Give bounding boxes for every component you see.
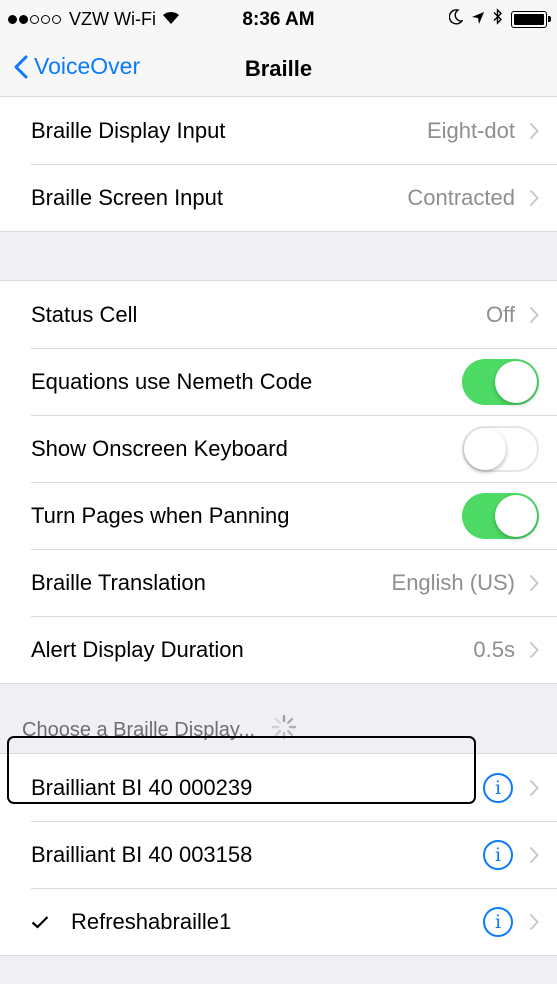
chevron-right-icon (529, 779, 539, 797)
display-name: Brailliant BI 40 003158 (31, 841, 253, 867)
status-right (448, 8, 551, 31)
row-value: Eight-dot (426, 117, 515, 143)
turn-pages-toggle[interactable] (462, 492, 539, 539)
chevron-right-icon (529, 574, 539, 592)
battery-icon (511, 11, 551, 28)
bluetooth-icon (493, 8, 503, 31)
chevron-right-icon (529, 189, 539, 207)
nemeth-code-row: Equations use Nemeth Code (0, 348, 557, 415)
status-bar: VZW Wi-Fi 8:36 AM (0, 0, 557, 40)
row-label: Braille Screen Input (31, 184, 223, 210)
info-icon[interactable]: i (483, 772, 513, 803)
onscreen-keyboard-row: Show Onscreen Keyboard (0, 415, 557, 482)
row-label: Equations use Nemeth Code (31, 368, 313, 394)
row-label: Show Onscreen Keyboard (31, 435, 288, 461)
onscreen-keyboard-toggle[interactable] (462, 425, 539, 472)
loading-spinner-icon (271, 714, 297, 746)
do-not-disturb-icon (448, 8, 464, 31)
braille-translation-row[interactable]: Braille Translation English (US) (0, 549, 557, 616)
info-icon[interactable]: i (483, 839, 513, 870)
chevron-right-icon (529, 846, 539, 864)
row-label: Turn Pages when Panning (31, 502, 290, 528)
section-header: Choose a Braille Display... (22, 714, 297, 746)
row-label: Alert Display Duration (31, 636, 244, 662)
input-settings-group: Braille Display Input Eight-dot Braille … (0, 96, 557, 232)
row-value: English (US) (391, 569, 515, 595)
row-value: 0.5s (473, 636, 515, 662)
braille-display-list: Brailliant BI 40 000239 i Brailliant BI … (0, 753, 557, 956)
checkmark-icon (31, 909, 49, 935)
row-value: Contracted (407, 184, 515, 210)
braille-display-item[interactable]: Brailliant BI 40 003158 i (0, 821, 557, 888)
braille-display-input-row[interactable]: Braille Display Input Eight-dot (0, 97, 557, 164)
page-title: Braille (244, 56, 313, 81)
braille-screen-input-row[interactable]: Braille Screen Input Contracted (0, 164, 557, 231)
row-label: Braille Display Input (31, 117, 226, 143)
nemeth-code-toggle[interactable] (462, 358, 539, 405)
info-icon[interactable]: i (483, 906, 513, 937)
turn-pages-row: Turn Pages when Panning (0, 482, 557, 549)
chevron-right-icon (529, 913, 539, 931)
status-cell-row[interactable]: Status Cell Off (0, 281, 557, 348)
display-name: Refreshabraille1 (71, 908, 232, 934)
alert-duration-row[interactable]: Alert Display Duration 0.5s (0, 616, 557, 683)
chevron-right-icon (529, 306, 539, 324)
row-label: Status Cell (31, 301, 138, 327)
braille-display-item-selected[interactable]: Refreshabraille1 i (0, 888, 557, 955)
row-label: Braille Translation (31, 569, 206, 595)
display-name: Brailliant BI 40 000239 (31, 774, 253, 800)
row-value: Off (486, 301, 515, 327)
section-header-label: Choose a Braille Display... (22, 718, 256, 741)
location-icon (471, 9, 485, 31)
display-settings-group: Status Cell Off Equations use Nemeth Cod… (0, 280, 557, 684)
navigation-bar: VoiceOver Braille (0, 40, 557, 100)
braille-display-item[interactable]: Brailliant BI 40 000239 i (0, 754, 557, 821)
chevron-right-icon (529, 122, 539, 140)
chevron-right-icon (529, 641, 539, 659)
